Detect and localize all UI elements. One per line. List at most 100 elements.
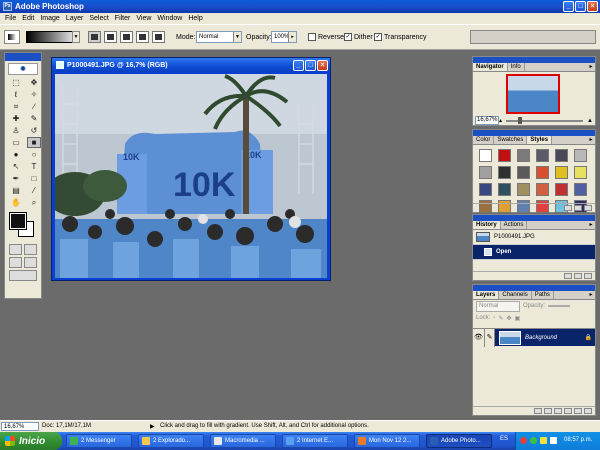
adobe-eye-logo[interactable]: ◉ [8, 63, 38, 75]
tray-messenger-icon[interactable] [530, 437, 537, 444]
diamond-gradient-button[interactable] [152, 31, 165, 43]
style-swatch[interactable] [574, 183, 587, 196]
full-screen-menu-button[interactable] [24, 257, 37, 268]
history-snapshot[interactable]: P1000491.JPG [473, 230, 595, 245]
trash-icon[interactable] [584, 408, 592, 414]
zoom-slider-handle[interactable] [518, 116, 523, 124]
foreground-color[interactable] [9, 212, 27, 230]
dither-checkbox[interactable]: ✓ [344, 33, 352, 41]
path-selection-tool-icon[interactable]: ↖ [9, 161, 23, 172]
tab-actions[interactable]: Actions [501, 221, 528, 229]
tray-network-icon[interactable] [550, 437, 557, 444]
document-titlebar[interactable]: P1000491.JPG @ 16,7% (RGB) _ □ × [52, 58, 330, 72]
style-swatch[interactable] [555, 166, 568, 179]
status-zoom-input[interactable]: 16,67% [1, 422, 39, 431]
menu-select[interactable]: Select [86, 15, 111, 22]
zoom-in-icon[interactable]: ▲ [587, 118, 593, 124]
task-macromedia[interactable]: Macromedia ... [210, 434, 276, 448]
menu-image[interactable]: Image [37, 15, 62, 22]
pen-tool-icon[interactable]: ✒ [9, 173, 23, 184]
doc-maximize-button[interactable]: □ [305, 60, 316, 71]
standard-screen-button[interactable] [9, 257, 22, 268]
new-snapshot-icon[interactable] [574, 273, 582, 279]
eyedropper-tool-icon[interactable]: ⁄ [27, 185, 41, 196]
tab-channels[interactable]: Channels [499, 291, 532, 299]
dodge-tool-icon[interactable]: ○ [27, 149, 41, 160]
linear-gradient-button[interactable] [88, 31, 101, 43]
style-swatch[interactable] [555, 149, 568, 162]
eraser-tool-icon[interactable]: ▭ [9, 137, 23, 148]
blur-tool-icon[interactable]: ● [9, 149, 23, 160]
minimize-button[interactable]: _ [563, 1, 574, 12]
crop-tool-icon[interactable]: ⌗ [9, 101, 23, 112]
gradient-tool-preset-icon[interactable] [4, 30, 20, 44]
palette-well[interactable] [470, 30, 596, 44]
style-swatch[interactable] [517, 149, 530, 162]
new-set-icon[interactable] [554, 408, 562, 414]
new-layer-icon[interactable] [574, 408, 582, 414]
reverse-checkbox[interactable] [308, 33, 316, 41]
jump-to-imageready-button[interactable] [9, 270, 37, 281]
zoom-out-icon[interactable]: ▴ [499, 117, 502, 124]
transparency-checkbox[interactable]: ✓ [374, 33, 382, 41]
task-internet-explorer[interactable]: 2 Internet E... [282, 434, 348, 448]
clock[interactable]: 08:57 p.m. [564, 437, 592, 443]
style-swatch[interactable] [479, 166, 492, 179]
radial-gradient-button[interactable] [104, 31, 117, 43]
quick-mask-button[interactable] [24, 244, 37, 255]
image-canvas[interactable]: 10K 10K 10K [55, 74, 327, 278]
lock-position-icon[interactable]: ✥ [507, 315, 512, 322]
shape-tool-icon[interactable]: □ [27, 173, 41, 184]
panel-menu-icon[interactable]: ▸ [587, 291, 595, 299]
language-indicator[interactable]: ES [500, 436, 508, 442]
menu-help[interactable]: Help [185, 15, 205, 22]
zoom-tool-icon[interactable]: ⌕ [27, 197, 41, 208]
menu-layer[interactable]: Layer [63, 15, 87, 22]
doc-minimize-button[interactable]: _ [293, 60, 304, 71]
brush-link-icon[interactable]: ✎ [485, 328, 495, 347]
brush-tool-icon[interactable]: ✎ [27, 113, 41, 124]
tab-swatches[interactable]: Swatches [494, 136, 528, 144]
history-brush-tool-icon[interactable]: ↺ [27, 125, 41, 136]
layer-opacity-input[interactable] [548, 305, 571, 307]
layer-background[interactable]: 👁 ✎ Background 🔒 [473, 328, 595, 347]
marquee-tool-icon[interactable]: ⬚ [9, 77, 23, 88]
panel-menu-icon[interactable]: ▸ [587, 63, 595, 71]
style-swatch[interactable] [498, 183, 511, 196]
status-menu-icon[interactable]: ▶ [150, 423, 155, 430]
style-swatch[interactable] [498, 166, 511, 179]
trash-icon[interactable] [584, 273, 592, 279]
hand-tool-icon[interactable]: ✋ [9, 197, 23, 208]
trash-icon[interactable] [584, 205, 592, 211]
style-swatch[interactable] [517, 166, 530, 179]
angle-gradient-button[interactable] [120, 31, 133, 43]
task-explorer[interactable]: 2 Explorado... [138, 434, 204, 448]
type-tool-icon[interactable]: T [27, 161, 41, 172]
style-swatch[interactable] [479, 149, 492, 162]
doc-close-button[interactable]: × [317, 60, 328, 71]
style-swatch[interactable] [536, 166, 549, 179]
tray-antivirus-icon[interactable] [520, 437, 527, 444]
mode-select[interactable]: Normal ▼ [196, 31, 242, 43]
style-swatch[interactable] [555, 183, 568, 196]
task-photoshop[interactable]: Adobe Photo... [426, 434, 492, 448]
clone-stamp-tool-icon[interactable]: ♙ [9, 125, 23, 136]
tab-navigator[interactable]: Navigator [473, 63, 508, 71]
chevron-down-icon[interactable]: ▼ [72, 31, 80, 43]
tab-history[interactable]: History [473, 221, 501, 229]
tray-volume-icon[interactable] [540, 437, 547, 444]
panel-menu-icon[interactable]: ▸ [587, 221, 595, 229]
menu-edit[interactable]: Edit [19, 15, 37, 22]
menu-view[interactable]: View [133, 15, 154, 22]
reflected-gradient-button[interactable] [136, 31, 149, 43]
style-swatch[interactable] [479, 183, 492, 196]
maximize-button[interactable]: □ [575, 1, 586, 12]
start-button[interactable]: Inicio [0, 432, 62, 450]
navigator-thumbnail[interactable] [506, 74, 560, 114]
tab-paths[interactable]: Paths [532, 291, 555, 299]
layer-mask-icon[interactable] [544, 408, 552, 414]
style-swatch[interactable] [517, 183, 530, 196]
layer-style-icon[interactable] [534, 408, 542, 414]
history-state-open[interactable]: Open [473, 245, 595, 260]
gradient-picker[interactable]: ▼ [26, 31, 80, 43]
